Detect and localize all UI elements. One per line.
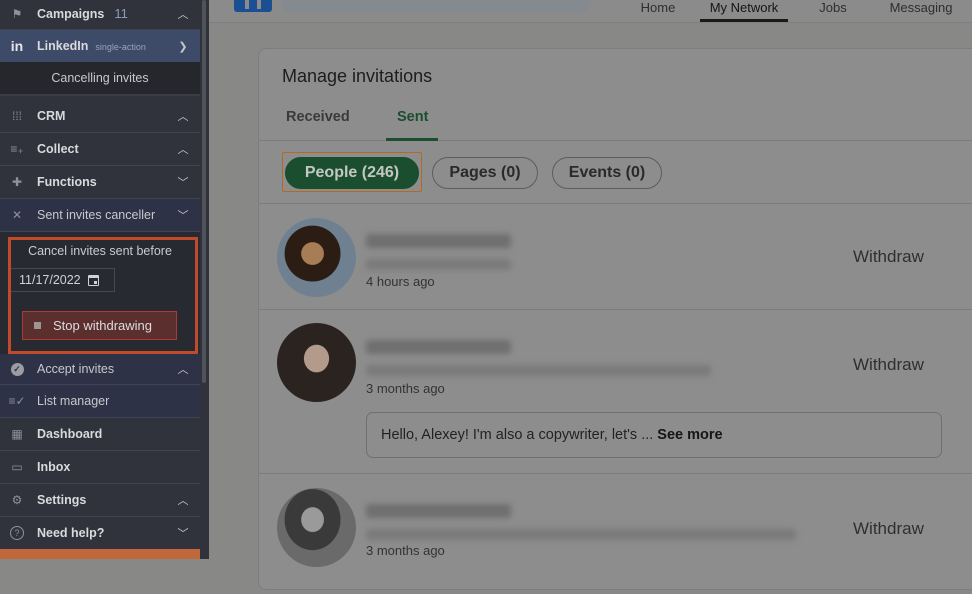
linkedin-logo[interactable] (234, 0, 272, 12)
search-input[interactable] (282, 0, 588, 12)
sent-time: 4 hours ago (366, 274, 435, 289)
settings-label: Settings (37, 493, 87, 507)
chevron-up-icon: ︿ (177, 8, 189, 21)
blurred-name[interactable] (366, 234, 511, 248)
list-add-icon: ≡₊ (10, 142, 24, 156)
linkedin-label: LinkedIn (37, 39, 89, 53)
sidebar-item-inbox[interactable]: ▭ Inbox (0, 451, 200, 484)
avatar[interactable] (277, 323, 356, 402)
sidebar-item-crm[interactable]: ⁞⁞⁞ CRM ︿ (0, 100, 200, 133)
nav-messaging[interactable]: Messaging (885, 0, 957, 15)
nav-home-label: Home (640, 0, 676, 15)
withdraw-button[interactable]: Withdraw (853, 519, 924, 539)
sidebar-item-campaigns[interactable]: ⚑ Campaigns 11 ︿ (0, 0, 200, 30)
accept-invites-label: Accept invites (37, 362, 115, 376)
flag-icon: ⚑ (11, 6, 23, 21)
sidebar-item-list-manager[interactable]: ≡✓ List manager (0, 385, 200, 418)
nav-messaging-label: Messaging (889, 0, 953, 15)
chevron-up-icon: ︿ (177, 364, 189, 376)
grid-icon: ⁞⁞⁞ (11, 109, 22, 123)
withdraw-button[interactable]: Withdraw (853, 355, 924, 375)
sidebar-item-functions[interactable]: ✚ Functions ﹀ (0, 166, 200, 199)
sidebar-item-linkedin[interactable]: in LinkedIn single-action ❯ (0, 30, 200, 62)
blurred-headline (366, 365, 711, 376)
list-check-icon: ≡✓ (8, 394, 26, 408)
nav-home[interactable]: Home (638, 0, 678, 15)
avatar[interactable] (277, 488, 356, 567)
filter-pages[interactable]: Pages (0) (432, 157, 538, 189)
sidebar-item-cancelling-invites[interactable]: Cancelling invites (0, 62, 200, 96)
close-icon: ✕ (11, 208, 23, 222)
functions-label: Functions (37, 175, 97, 189)
avatar[interactable] (277, 218, 356, 297)
sidebar-item-accept-invites[interactable]: ✓ Accept invites ︿ (0, 354, 200, 385)
chevron-right-icon: ❯ (178, 40, 188, 53)
linkedin-tag: single-action (95, 42, 146, 52)
chevron-up-icon: ︿ (177, 144, 189, 156)
collect-label: Collect (37, 142, 79, 156)
sent-time: 3 months ago (366, 381, 445, 396)
chevron-up-icon: ︿ (177, 111, 189, 123)
canceller-label: Sent invites canceller (37, 208, 156, 222)
sidebar-item-collect[interactable]: ≡₊ Collect ︿ (0, 133, 200, 166)
nav-jobs-label: Jobs (819, 0, 847, 15)
invitation-row: 3 months ago Withdraw Hello, Alexey! I'm… (259, 310, 972, 468)
highlight-frame (8, 237, 198, 354)
chevron-up-icon: ︿ (177, 495, 189, 507)
list-manager-label: List manager (37, 394, 110, 408)
orange-action-bar[interactable] (0, 549, 200, 559)
sidebar: ⚑ Campaigns 11 ︿ in LinkedIn single-action… (0, 0, 200, 559)
filter-events[interactable]: Events (0) (552, 157, 662, 189)
check-circle-icon: ✓ (10, 362, 24, 376)
invitation-message: Hello, Alexey! I'm also a copywriter, le… (366, 412, 942, 458)
cancelling-invites-label: Cancelling invites (51, 71, 149, 85)
tab-divider (259, 140, 972, 141)
question-icon: ? (10, 526, 24, 540)
sidebar-item-dashboard[interactable]: ▦ Dashboard (0, 418, 200, 451)
dashboard-label: Dashboard (37, 427, 103, 441)
blurred-name[interactable] (366, 504, 511, 518)
puzzle-icon: ✚ (11, 175, 23, 189)
tab-active-indicator (386, 138, 438, 141)
chevron-down-icon: ﹀ (177, 210, 189, 222)
linkedin-icon: in (10, 38, 24, 54)
blurred-name[interactable] (366, 340, 511, 354)
manage-invitations-card: Manage invitations Received Sent People … (258, 48, 972, 590)
invitation-row: 4 hours ago Withdraw (259, 204, 972, 309)
blurred-headline (366, 259, 511, 270)
sidebar-item-settings[interactable]: ⚙ Settings ︿ (0, 484, 200, 517)
scrollbar-thumb[interactable] (202, 0, 206, 383)
sidebar-scrollbar[interactable] (200, 0, 209, 559)
need-help-label: Need help? (37, 526, 105, 540)
invitation-row: 3 months ago Withdraw (259, 474, 972, 594)
inbox-icon: ▭ (11, 460, 23, 474)
blurred-headline (366, 529, 796, 540)
nav-my-network-label: My Network (709, 0, 779, 15)
dashboard-icon: ▦ (11, 427, 23, 441)
nav-my-network[interactable]: My Network (700, 0, 788, 22)
tab-received[interactable]: Received (286, 109, 350, 125)
sidebar-item-need-help[interactable]: ? Need help? ﹀ (0, 517, 200, 549)
page-title: Manage invitations (282, 66, 433, 86)
withdraw-button[interactable]: Withdraw (853, 247, 924, 267)
chevron-down-icon: ﹀ (177, 177, 189, 189)
gear-icon: ⚙ (11, 493, 23, 507)
chevron-down-icon: ﹀ (177, 528, 189, 540)
sent-time: 3 months ago (366, 543, 445, 558)
linkedin-topbar: Home My Network Jobs Messaging (209, 0, 972, 23)
message-text: Hello, Alexey! I'm also a copywriter, le… (381, 427, 654, 443)
crm-label: CRM (37, 109, 66, 123)
campaigns-label: Campaigns (37, 7, 105, 21)
nav-jobs[interactable]: Jobs (813, 0, 853, 15)
focus-ring (282, 152, 422, 192)
tab-sent[interactable]: Sent (397, 109, 428, 125)
active-underline (700, 19, 788, 22)
inbox-label: Inbox (37, 460, 71, 474)
see-more-link[interactable]: See more (657, 427, 722, 443)
sidebar-item-sent-invites-canceller[interactable]: ✕ Sent invites canceller ﹀ (0, 199, 200, 232)
campaigns-count: 11 (114, 6, 128, 21)
